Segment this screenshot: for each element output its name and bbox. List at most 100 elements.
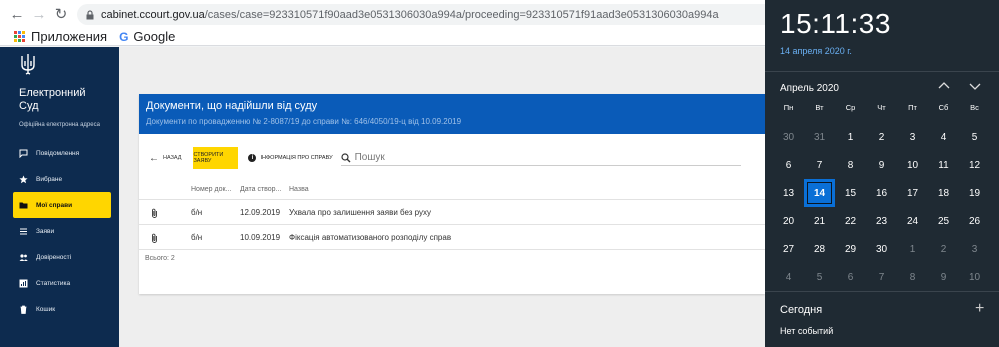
- calendar-day[interactable]: 8: [835, 151, 866, 179]
- table-row[interactable]: б/н 12.09.2019 Ухвала про залишення заяв…: [139, 200, 765, 225]
- calendar-day[interactable]: 13: [773, 179, 804, 207]
- calendar-day[interactable]: 8: [897, 263, 928, 291]
- column-header-date[interactable]: Дата створ...: [240, 186, 281, 193]
- calendar-day[interactable]: 9: [928, 263, 959, 291]
- sidebar-item-trash[interactable]: Кошик: [13, 296, 111, 322]
- calendar-day[interactable]: 30: [773, 123, 804, 151]
- calendar-day[interactable]: 15: [835, 179, 866, 207]
- calendar-day[interactable]: 22: [835, 207, 866, 235]
- calendar-day[interactable]: 18: [928, 179, 959, 207]
- card-title: Документи, що надійшли від суду: [146, 100, 318, 112]
- table-row[interactable]: б/н 10.09.2019 Фіксація автоматизованого…: [139, 225, 765, 250]
- row-date: 10.09.2019: [240, 233, 281, 242]
- calendar-day[interactable]: 30: [866, 235, 897, 263]
- sidebar-item-label: Статистика: [36, 279, 71, 287]
- calendar-day[interactable]: 5: [804, 263, 835, 291]
- bookmark-google[interactable]: G Google: [119, 29, 175, 44]
- column-header-title[interactable]: Назва: [289, 186, 309, 193]
- calendar-day[interactable]: 2: [866, 123, 897, 151]
- calendar-day[interactable]: 1: [835, 123, 866, 151]
- calendar-day[interactable]: 6: [835, 263, 866, 291]
- calendar-day[interactable]: 21: [804, 207, 835, 235]
- sidebar-item-applications[interactable]: Заяви: [13, 218, 111, 244]
- create-application-button[interactable]: СТВОРИТИ ЗАЯВУ: [193, 147, 239, 169]
- calendar-day[interactable]: 27: [773, 235, 804, 263]
- calendar-day[interactable]: 6: [773, 151, 804, 179]
- bookmarks-bar: Приложения G Google: [0, 28, 765, 46]
- month-label[interactable]: Апрель 2020: [780, 83, 839, 94]
- calendar-day[interactable]: 10: [897, 151, 928, 179]
- calendar-day[interactable]: 23: [866, 207, 897, 235]
- calendar-day[interactable]: 25: [928, 207, 959, 235]
- sidebar-item-label: Заяви: [36, 227, 55, 235]
- back-button[interactable]: ← НАЗАД: [149, 153, 181, 164]
- case-info-button[interactable]: i ІНФОРМАЦІЯ ПРО СПРАВУ: [248, 154, 333, 162]
- calendar-day[interactable]: 20: [773, 207, 804, 235]
- address-bar[interactable]: cabinet.ccourt.gov.ua/cases/case=9233105…: [77, 4, 765, 25]
- chart-icon: [19, 279, 28, 287]
- list-icon: [20, 228, 27, 234]
- weekday-label: Пн: [783, 103, 794, 112]
- calendar-day[interactable]: 28: [804, 235, 835, 263]
- brand-line1: Електронний: [19, 87, 86, 99]
- sidebar-item-label: Мої справи: [36, 201, 73, 209]
- calendar-day[interactable]: 3: [897, 123, 928, 151]
- chevron-down-icon[interactable]: [968, 79, 982, 93]
- calendar-day[interactable]: 24: [897, 207, 928, 235]
- apps-grid-icon: [14, 31, 25, 42]
- card-subtitle: Документи по провадженню № 2-8087/19 до …: [146, 117, 462, 126]
- bookmark-apps[interactable]: Приложения: [14, 29, 107, 44]
- calendar-day-today[interactable]: 14: [804, 179, 835, 207]
- chevron-up-icon[interactable]: [937, 79, 951, 93]
- calendar-day[interactable]: 5: [959, 123, 990, 151]
- calendar-day[interactable]: 16: [866, 179, 897, 207]
- lock-icon: [86, 9, 94, 19]
- add-event-icon[interactable]: +: [975, 300, 984, 318]
- calendar-flyout: 15:11:33 14 апреля 2020 г. Апрель 2020 П…: [765, 0, 999, 347]
- weekday-label: Вс: [970, 103, 979, 112]
- screen: ← → ↻ cabinet.ccourt.gov.ua/cases/case=9…: [0, 0, 999, 347]
- calendar-day[interactable]: 4: [928, 123, 959, 151]
- sidebar-item-notifications[interactable]: Повідомлення: [13, 140, 111, 166]
- current-date-link[interactable]: 14 апреля 2020 г.: [780, 46, 852, 56]
- calendar-day[interactable]: 2: [928, 235, 959, 263]
- divider: [765, 71, 999, 72]
- search-input[interactable]: Пошук: [340, 150, 741, 166]
- sidebar-item-label: Вибране: [36, 175, 63, 183]
- star-icon: [19, 175, 28, 183]
- calendar-day[interactable]: 7: [866, 263, 897, 291]
- row-number: б/н: [191, 233, 203, 242]
- sidebar: Електронний Суд Офіційна електронна адре…: [0, 47, 119, 347]
- calendar-day[interactable]: 29: [835, 235, 866, 263]
- row-title: Ухвала про залишення заяви без руху: [289, 208, 432, 217]
- total-count: Всього: 2: [145, 255, 175, 262]
- sidebar-item-powers-of-attorney[interactable]: Довіреності: [13, 244, 111, 270]
- url-path: /cases/case=923310571f90aad3e0531306030a…: [204, 8, 719, 21]
- forward-arrow-icon[interactable]: →: [28, 3, 50, 25]
- sidebar-item-label: Повідомлення: [36, 149, 80, 157]
- calendar-day[interactable]: 10: [959, 263, 990, 291]
- back-arrow-icon[interactable]: ←: [6, 3, 28, 25]
- calendar-day[interactable]: 31: [804, 123, 835, 151]
- sidebar-item-favorites[interactable]: Вибране: [13, 166, 111, 192]
- calendar-day[interactable]: 17: [897, 179, 928, 207]
- sidebar-item-statistics[interactable]: Статистика: [13, 270, 111, 296]
- attachment-icon: [152, 208, 157, 218]
- bookmark-google-label: Google: [133, 29, 176, 44]
- calendar-day[interactable]: 3: [959, 235, 990, 263]
- reload-icon[interactable]: ↻: [50, 3, 72, 25]
- row-date: 12.09.2019: [240, 208, 281, 217]
- calendar-day[interactable]: 1: [897, 235, 928, 263]
- sidebar-item-my-cases[interactable]: Мої справи: [13, 192, 111, 218]
- today-heading[interactable]: Сегодня: [780, 304, 822, 316]
- calendar-day[interactable]: 7: [804, 151, 835, 179]
- calendar-day[interactable]: 11: [928, 151, 959, 179]
- calendar-day[interactable]: 9: [866, 151, 897, 179]
- calendar-day[interactable]: 12: [959, 151, 990, 179]
- calendar-day[interactable]: 19: [959, 179, 990, 207]
- column-header-number[interactable]: Номер док...: [191, 186, 231, 193]
- calendar-day[interactable]: 4: [773, 263, 804, 291]
- weekday-label: Ср: [845, 103, 856, 112]
- search-placeholder: Пошук: [354, 152, 385, 163]
- calendar-day[interactable]: 26: [959, 207, 990, 235]
